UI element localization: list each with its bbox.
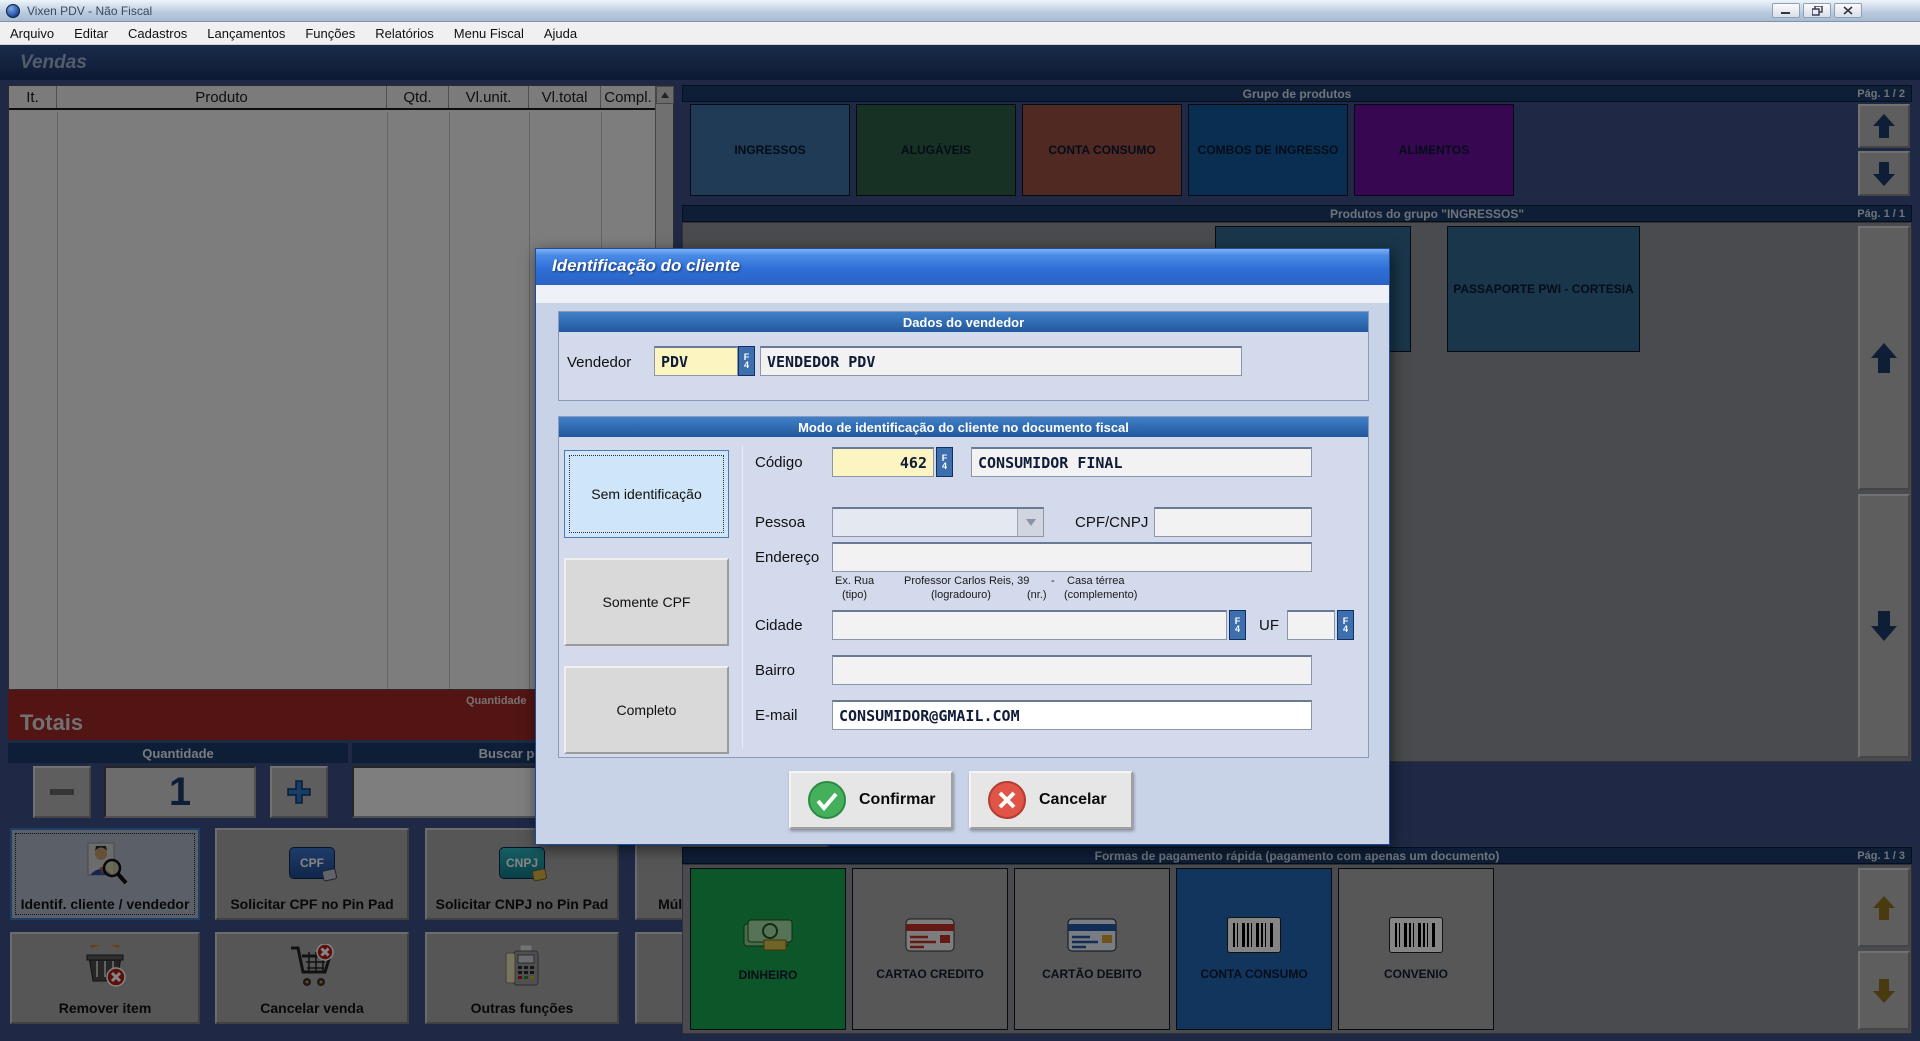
app-window: Vixen PDV - Não Fiscal Arquivo Editar Ca…	[0, 0, 1920, 1041]
mode-somente-cpf-button[interactable]: Somente CPF	[564, 558, 729, 646]
codigo-label: Código	[755, 454, 803, 471]
vendor-name-input[interactable]: VENDEDOR PDV	[760, 346, 1242, 376]
endereco-hint-example: Professor Carlos Reis, 39	[904, 575, 1029, 587]
cancel-button[interactable]: Cancelar	[969, 771, 1133, 829]
vendor-code-input[interactable]: PDV	[654, 346, 738, 376]
dialog-title-bar: Identificação do cliente	[536, 249, 1389, 285]
confirm-label: Confirmar	[859, 791, 935, 809]
email-label: E-mail	[755, 707, 798, 724]
window-title: Vixen PDV - Não Fiscal	[27, 4, 152, 18]
vendor-f4-button[interactable]: F4	[738, 346, 755, 376]
endereco-hint-compl: Casa térrea	[1067, 575, 1124, 587]
cpf-cnpj-input[interactable]	[1154, 507, 1312, 537]
uf-label: UF	[1259, 617, 1279, 634]
menu-funcoes[interactable]: Funções	[295, 23, 365, 44]
cancel-label: Cancelar	[1039, 791, 1107, 809]
menu-relatorios[interactable]: Relatórios	[365, 23, 444, 44]
codigo-input[interactable]: 462	[832, 447, 934, 477]
endereco-input[interactable]	[832, 542, 1312, 572]
cidade-label: Cidade	[755, 617, 803, 634]
menu-cadastros[interactable]: Cadastros	[118, 23, 197, 44]
pessoa-select[interactable]	[832, 507, 1044, 537]
client-name-input[interactable]: CONSUMIDOR FINAL	[971, 447, 1312, 477]
confirm-button[interactable]: Confirmar	[789, 771, 953, 829]
menu-lancamentos[interactable]: Lançamentos	[197, 23, 295, 44]
vendor-label: Vendedor	[567, 354, 631, 371]
hint-complemento: (complemento)	[1064, 589, 1137, 601]
cidade-input[interactable]	[832, 610, 1227, 640]
vendor-section: Dados do vendedor Vendedor PDV F4 VENDED…	[558, 311, 1369, 401]
email-input[interactable]: CONSUMIDOR@GMAIL.COM	[832, 700, 1312, 730]
menu-menu-fiscal[interactable]: Menu Fiscal	[444, 23, 534, 44]
pessoa-label: Pessoa	[755, 514, 805, 531]
restore-button[interactable]	[1803, 3, 1831, 18]
client-identification-dialog: Identificação do cliente Dados do vended…	[535, 248, 1390, 845]
minimize-button[interactable]	[1772, 3, 1800, 18]
chevron-down-icon	[1017, 509, 1043, 536]
mode-completo-button[interactable]: Completo	[564, 666, 729, 754]
endereco-label: Endereço	[755, 549, 819, 566]
menu-bar: Arquivo Editar Cadastros Lançamentos Fun…	[0, 22, 1920, 45]
vendor-section-header: Dados do vendedor	[559, 312, 1368, 332]
mode-section-header: Modo de identificação do cliente no docu…	[559, 417, 1368, 437]
bairro-label: Bairro	[755, 662, 795, 679]
app-logo-icon	[6, 4, 20, 18]
identification-mode-section: Modo de identificação do cliente no docu…	[558, 416, 1369, 758]
confirm-check-icon	[807, 780, 847, 820]
uf-f4-button[interactable]: F4	[1337, 610, 1354, 640]
menu-arquivo[interactable]: Arquivo	[0, 23, 64, 44]
dialog-title: Identificação do cliente	[552, 256, 740, 276]
hint-nr: (nr.)	[1027, 589, 1047, 601]
cidade-f4-button[interactable]: F4	[1229, 610, 1246, 640]
cpf-cnpj-label: CPF/CNPJ	[1075, 514, 1148, 531]
menu-editar[interactable]: Editar	[64, 23, 118, 44]
hint-tipo: (tipo)	[842, 589, 867, 601]
bairro-input[interactable]	[832, 655, 1312, 685]
codigo-f4-button[interactable]: F4	[936, 447, 953, 477]
endereco-hint-dash: -	[1051, 575, 1055, 587]
uf-input[interactable]	[1287, 610, 1335, 640]
cancel-x-icon	[987, 780, 1027, 820]
title-bar: Vixen PDV - Não Fiscal	[0, 0, 1920, 22]
mode-sem-identificacao-button[interactable]: Sem identificação	[564, 450, 729, 538]
close-button[interactable]	[1834, 3, 1862, 18]
hint-logradouro: (logradouro)	[931, 589, 991, 601]
endereco-hint-ex: Ex. Rua	[835, 575, 874, 587]
menu-ajuda[interactable]: Ajuda	[534, 23, 587, 44]
